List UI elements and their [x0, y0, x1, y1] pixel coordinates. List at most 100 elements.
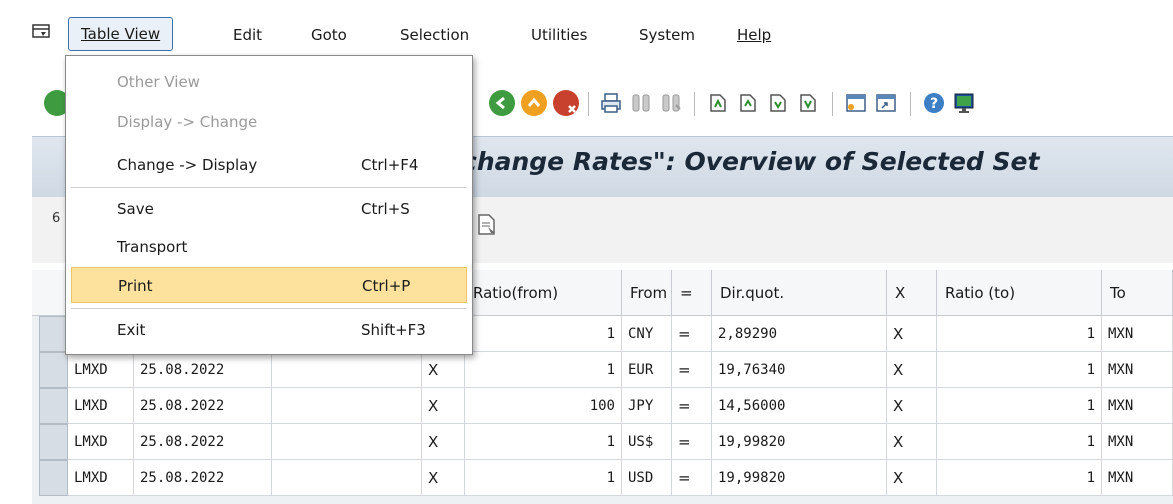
- ratio-from-cell[interactable]: 1: [465, 316, 622, 352]
- exit-icon[interactable]: [521, 90, 547, 116]
- valid-from-cell[interactable]: 25.08.2022: [134, 424, 272, 460]
- find-icon[interactable]: [629, 91, 653, 115]
- valid-from-cell[interactable]: 25.08.2022: [134, 388, 272, 424]
- menu-item-display-change[interactable]: Display -> Change: [71, 104, 467, 140]
- shortcut-icon[interactable]: [874, 91, 898, 115]
- empty-cell[interactable]: [272, 460, 422, 496]
- cancel-icon[interactable]: [553, 90, 579, 116]
- row-selector[interactable]: [39, 316, 68, 352]
- column-header-dir-quot[interactable]: Dir.quot.: [712, 270, 887, 316]
- from-currency-cell[interactable]: USD: [622, 460, 672, 496]
- next-page-icon[interactable]: [766, 91, 790, 115]
- indirect-flag-cell[interactable]: X: [422, 460, 465, 496]
- empty-cell[interactable]: [272, 388, 422, 424]
- table-row: LMXD 25.08.2022 X 100 JPY = 14,56000 X 1…: [32, 388, 1173, 424]
- row-selector-header[interactable]: [32, 270, 68, 316]
- ratio-to-cell[interactable]: 1: [937, 460, 1102, 496]
- row-selector[interactable]: [39, 352, 68, 388]
- menu-separator: [71, 187, 467, 188]
- row-selector[interactable]: [39, 460, 68, 496]
- indirect-flag-cell[interactable]: X: [422, 352, 465, 388]
- to-currency-cell[interactable]: MXN: [1102, 424, 1173, 460]
- column-header-to[interactable]: To: [1102, 270, 1173, 316]
- x-cell[interactable]: X: [887, 388, 937, 424]
- equals-cell: =: [672, 352, 712, 388]
- toolbar-separator: [910, 92, 911, 116]
- table-view-dropdown-menu: Other View Display -> Change Change -> D…: [65, 55, 473, 355]
- from-currency-cell[interactable]: CNY: [622, 316, 672, 352]
- help-icon[interactable]: ?: [922, 91, 946, 115]
- find-next-icon[interactable]: [659, 91, 683, 115]
- menu-help[interactable]: Help: [737, 22, 771, 48]
- ratio-to-cell[interactable]: 1: [937, 316, 1102, 352]
- back-icon[interactable]: [489, 90, 515, 116]
- page-title: change Rates": Overview of Selected Set: [462, 147, 1040, 176]
- empty-cell[interactable]: [272, 352, 422, 388]
- table-row: LMXD 25.08.2022 X 1 EUR = 19,76340 X 1 M…: [32, 352, 1173, 388]
- from-currency-cell[interactable]: JPY: [622, 388, 672, 424]
- menu-system[interactable]: System: [639, 22, 695, 48]
- create-session-icon[interactable]: [844, 91, 868, 115]
- dir-quot-cell[interactable]: 14,56000: [712, 388, 887, 424]
- dir-quot-cell[interactable]: 19,76340: [712, 352, 887, 388]
- ratio-to-cell[interactable]: 1: [937, 424, 1102, 460]
- customize-layout-icon[interactable]: [952, 91, 976, 115]
- column-header-equals[interactable]: =: [672, 270, 712, 316]
- menu-goto[interactable]: Goto: [311, 22, 347, 48]
- to-currency-cell[interactable]: MXN: [1102, 352, 1173, 388]
- rate-type-cell[interactable]: LMXD: [68, 460, 134, 496]
- row-selector[interactable]: [39, 388, 68, 424]
- valid-from-cell[interactable]: 25.08.2022: [134, 460, 272, 496]
- valid-from-cell[interactable]: 25.08.2022: [134, 352, 272, 388]
- previous-page-icon[interactable]: [736, 91, 760, 115]
- dir-quot-cell[interactable]: 2,89290: [712, 316, 887, 352]
- menu-item-print[interactable]: Print Ctrl+P: [71, 267, 467, 303]
- menu-bar: Table View Edit Goto Selection Utilities…: [0, 0, 1173, 58]
- toolbar-text-fragment: 6: [52, 211, 61, 226]
- x-cell[interactable]: X: [887, 460, 937, 496]
- empty-cell[interactable]: [272, 424, 422, 460]
- column-header-ratio-from[interactable]: Ratio(from): [465, 270, 622, 316]
- menu-edit[interactable]: Edit: [233, 22, 262, 48]
- ratio-from-cell[interactable]: 1: [465, 424, 622, 460]
- menu-item-save[interactable]: Save Ctrl+S: [71, 191, 467, 227]
- x-cell[interactable]: X: [887, 352, 937, 388]
- print-icon[interactable]: [599, 91, 623, 115]
- column-header-ratio-to[interactable]: Ratio (to): [937, 270, 1102, 316]
- indirect-flag-cell[interactable]: X: [422, 388, 465, 424]
- menu-item-transport[interactable]: Transport: [71, 229, 467, 265]
- menu-item-change-display[interactable]: Change -> Display Ctrl+F4: [71, 147, 467, 183]
- rate-type-cell[interactable]: LMXD: [68, 424, 134, 460]
- ratio-from-cell[interactable]: 1: [465, 352, 622, 388]
- to-currency-cell[interactable]: MXN: [1102, 460, 1173, 496]
- ratio-to-cell[interactable]: 1: [937, 388, 1102, 424]
- last-page-icon[interactable]: [796, 91, 820, 115]
- x-cell[interactable]: X: [887, 316, 937, 352]
- rate-type-cell[interactable]: LMXD: [68, 388, 134, 424]
- equals-cell: =: [672, 316, 712, 352]
- to-currency-cell[interactable]: MXN: [1102, 388, 1173, 424]
- from-currency-cell[interactable]: EUR: [622, 352, 672, 388]
- dir-quot-cell[interactable]: 19,99820: [712, 424, 887, 460]
- to-currency-cell[interactable]: MXN: [1102, 316, 1173, 352]
- row-selector[interactable]: [39, 424, 68, 460]
- dir-quot-cell[interactable]: 19,99820: [712, 460, 887, 496]
- menu-table-view[interactable]: Table View: [68, 17, 174, 51]
- ratio-to-cell[interactable]: 1: [937, 352, 1102, 388]
- column-header-from[interactable]: From: [622, 270, 672, 316]
- column-header-x[interactable]: X: [887, 270, 937, 316]
- menu-utilities[interactable]: Utilities: [531, 22, 587, 48]
- ratio-from-cell[interactable]: 100: [465, 388, 622, 424]
- toolbar-separator: [694, 92, 695, 116]
- menu-selection[interactable]: Selection: [400, 22, 469, 48]
- rate-type-cell[interactable]: LMXD: [68, 352, 134, 388]
- menu-icon[interactable]: [32, 24, 50, 38]
- indirect-flag-cell[interactable]: X: [422, 424, 465, 460]
- menu-item-exit[interactable]: Exit Shift+F3: [71, 312, 467, 348]
- ratio-from-cell[interactable]: 1: [465, 460, 622, 496]
- from-currency-cell[interactable]: US$: [622, 424, 672, 460]
- x-cell[interactable]: X: [887, 424, 937, 460]
- details-icon[interactable]: [476, 213, 498, 237]
- menu-item-other-view[interactable]: Other View: [71, 64, 467, 100]
- first-page-icon[interactable]: [706, 91, 730, 115]
